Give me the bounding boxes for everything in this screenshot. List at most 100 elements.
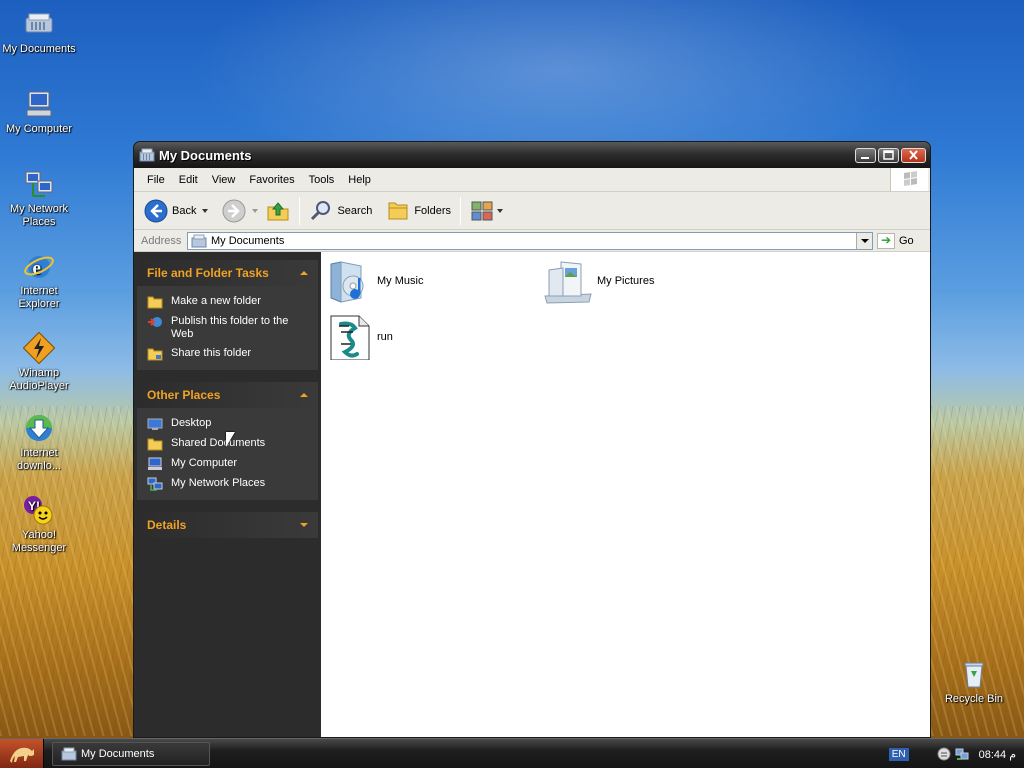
folders-button[interactable]: Folders <box>382 196 455 226</box>
collapse-icon[interactable] <box>300 271 308 275</box>
pictures-folder-icon <box>543 258 593 304</box>
file-list[interactable]: My Music My Pictures run <box>321 252 930 737</box>
minimize-icon <box>861 156 869 159</box>
desktop-icon-yahoo-messenger[interactable]: Y! Yahoo! Messenger <box>1 494 77 555</box>
file-item-run[interactable]: run <box>327 314 393 361</box>
title-bar[interactable]: My Documents <box>134 142 930 168</box>
place-label: Shared Documents <box>171 437 266 449</box>
back-dropdown-icon[interactable] <box>202 208 209 213</box>
file-name: My Pictures <box>597 275 655 287</box>
yahoo-messenger-icon: Y! <box>23 494 55 526</box>
share-folder-icon <box>147 348 163 361</box>
maximize-icon <box>883 149 894 160</box>
address-value: My Documents <box>211 234 285 247</box>
address-dropdown-button[interactable] <box>856 232 872 249</box>
up-folder-button[interactable] <box>262 196 294 226</box>
mouse-cursor-icon <box>226 432 235 447</box>
views-dropdown-icon <box>497 208 504 213</box>
script-file-icon <box>327 314 373 361</box>
other-places-header[interactable]: Other Places <box>137 382 318 408</box>
desktop-icon-label: Recycle Bin <box>944 693 1004 705</box>
task-publish-to-web[interactable]: Publish this folder to the Web <box>147 312 310 344</box>
toolbar-separator <box>460 196 462 225</box>
task-pane: File and Folder Tasks Make a new folder … <box>134 252 321 737</box>
menu-edit[interactable]: Edit <box>172 172 205 188</box>
forward-button[interactable] <box>218 196 262 226</box>
task-label: Share this folder <box>171 347 252 359</box>
desktop-icon-label: Yahoo! Messenger <box>11 529 67 554</box>
my-computer-icon <box>23 88 55 120</box>
place-network-places[interactable]: My Network Places <box>147 474 310 494</box>
desktop-icon-download-manager[interactable]: Internet downlo... <box>1 412 77 473</box>
desktop-icon-recycle-bin[interactable]: Recycle Bin <box>936 658 1012 706</box>
panel-title: Other Places <box>147 388 221 402</box>
winamp-icon <box>22 331 56 365</box>
panel-body: Desktop Shared Documents My Computer My … <box>137 408 318 500</box>
minimize-button[interactable] <box>855 147 876 163</box>
close-button[interactable] <box>901 147 926 163</box>
menu-favorites[interactable]: Favorites <box>242 172 301 188</box>
start-horse-icon <box>10 747 34 763</box>
toolbar: Back Search Folders <box>134 192 930 230</box>
address-field[interactable]: My Documents <box>187 231 873 250</box>
address-bar: Address My Documents Go <box>134 230 930 252</box>
internet-explorer-icon: e <box>23 250 55 282</box>
new-folder-icon <box>147 296 163 309</box>
desktop-icon-my-documents[interactable]: My Documents <box>1 8 77 56</box>
network-tray-icon[interactable] <box>955 747 969 761</box>
task-label: Publish this folder to the Web <box>171 315 289 340</box>
views-button[interactable] <box>466 196 507 226</box>
taskbar-window-my-documents[interactable]: My Documents <box>52 742 210 766</box>
desktop-icon-label: Internet downlo... <box>16 447 62 472</box>
toolbar-separator <box>299 196 301 225</box>
file-folder-tasks-header[interactable]: File and Folder Tasks <box>137 260 318 286</box>
place-desktop[interactable]: Desktop <box>147 414 310 434</box>
start-button[interactable] <box>0 739 44 768</box>
menu-help[interactable]: Help <box>341 172 378 188</box>
go-button[interactable]: Go <box>877 232 914 249</box>
address-label: Address <box>141 234 182 247</box>
taskbar-window-label: My Documents <box>81 748 155 760</box>
clock[interactable]: 08:44 م <box>979 748 1016 761</box>
folders-label: Folders <box>414 204 452 217</box>
back-arrow-icon <box>144 199 168 222</box>
forward-dropdown-icon[interactable] <box>252 208 259 213</box>
recycle-bin-icon <box>958 658 990 690</box>
panel-title: Details <box>147 518 187 532</box>
file-folder-tasks-panel: File and Folder Tasks Make a new folder … <box>137 260 318 370</box>
file-item-my-pictures[interactable]: My Pictures <box>543 258 654 304</box>
details-header[interactable]: Details <box>137 512 318 538</box>
place-my-computer[interactable]: My Computer <box>147 454 310 474</box>
go-arrow-icon <box>877 232 895 249</box>
desktop-icon-label: Internet Explorer <box>18 285 60 310</box>
task-share-folder[interactable]: Share this folder <box>147 344 310 364</box>
desktop-icon-internet-explorer[interactable]: e Internet Explorer <box>1 250 77 311</box>
desktop-icon-network-places[interactable]: My Network Places <box>1 168 77 229</box>
file-item-my-music[interactable]: My Music <box>327 258 423 304</box>
task-make-new-folder[interactable]: Make a new folder <box>147 292 310 312</box>
window-title: My Documents <box>159 147 252 163</box>
desktop-icon-my-computer[interactable]: My Computer <box>1 88 77 136</box>
search-label: Search <box>337 204 373 217</box>
search-button[interactable]: Search <box>305 196 376 226</box>
back-button[interactable]: Back <box>140 196 212 226</box>
desktop-icon-label: My Computer <box>5 123 73 135</box>
expand-icon[interactable] <box>300 523 308 527</box>
menu-view[interactable]: View <box>205 172 243 188</box>
network-places-icon <box>147 477 163 491</box>
desktop-icon <box>147 418 163 430</box>
desktop-icon-label: Winamp AudioPlayer <box>9 367 69 392</box>
views-icon <box>471 201 493 220</box>
tray-app-icon[interactable] <box>937 747 951 761</box>
maximize-button[interactable] <box>878 147 899 163</box>
system-tray: EN 08:44 م <box>888 739 1024 768</box>
my-documents-icon <box>61 747 77 761</box>
menu-file[interactable]: File <box>140 172 172 188</box>
panel-title: File and Folder Tasks <box>147 266 269 280</box>
desktop-icon-winamp[interactable]: Winamp AudioPlayer <box>1 331 77 393</box>
collapse-icon[interactable] <box>300 393 308 397</box>
forward-arrow-icon <box>222 199 246 222</box>
language-indicator[interactable]: EN <box>888 747 909 761</box>
menu-tools[interactable]: Tools <box>302 172 342 188</box>
back-label: Back <box>172 204 197 217</box>
